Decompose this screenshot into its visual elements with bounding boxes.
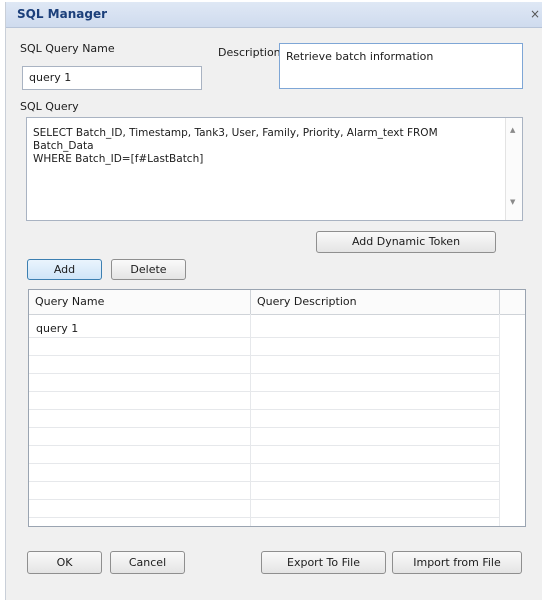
column-header-query-description[interactable]: Query Description bbox=[251, 290, 499, 314]
import-from-file-button[interactable]: Import from File bbox=[392, 551, 522, 574]
description-label: Description bbox=[218, 46, 281, 59]
table-row[interactable] bbox=[29, 446, 499, 464]
sql-query-text: SELECT Batch_ID, Timestamp, Tank3, User,… bbox=[33, 127, 438, 165]
ok-button[interactable]: OK bbox=[27, 551, 102, 574]
table-row[interactable] bbox=[29, 374, 499, 392]
sql-query-textarea[interactable]: SELECT Batch_ID, Timestamp, Tank3, User,… bbox=[26, 117, 523, 221]
table-row[interactable] bbox=[29, 356, 499, 374]
delete-button[interactable]: Delete bbox=[111, 259, 186, 280]
table-row[interactable] bbox=[29, 428, 499, 446]
query-name-input[interactable]: query 1 bbox=[22, 66, 202, 90]
table-row[interactable] bbox=[29, 338, 499, 356]
table-row[interactable] bbox=[29, 464, 499, 482]
query-table: Query Name Query Description query 1 bbox=[28, 289, 526, 527]
close-icon[interactable]: × bbox=[528, 7, 542, 21]
table-row[interactable] bbox=[29, 410, 499, 428]
row-query-description bbox=[251, 320, 499, 337]
window-title: SQL Manager bbox=[17, 7, 107, 21]
add-dynamic-token-button[interactable]: Add Dynamic Token bbox=[316, 231, 496, 253]
table-row[interactable] bbox=[29, 392, 499, 410]
table-row[interactable] bbox=[29, 482, 499, 500]
table-header: Query Name Query Description bbox=[29, 290, 525, 315]
table-row[interactable]: query 1 bbox=[29, 320, 499, 338]
scroll-down-icon[interactable]: ▼ bbox=[510, 198, 515, 206]
query-name-label: SQL Query Name bbox=[20, 42, 115, 55]
sql-query-label: SQL Query bbox=[20, 100, 79, 113]
export-to-file-button[interactable]: Export To File bbox=[261, 551, 386, 574]
column-header-query-name[interactable]: Query Name bbox=[29, 290, 250, 314]
title-bar: SQL Manager × bbox=[6, 2, 542, 28]
column-gridline bbox=[499, 314, 500, 526]
add-button[interactable]: Add bbox=[27, 259, 102, 280]
column-divider[interactable] bbox=[499, 290, 500, 314]
vertical-scrollbar[interactable]: ▲ ▼ bbox=[505, 118, 522, 220]
description-input[interactable]: Retrieve batch information bbox=[279, 43, 523, 89]
sql-manager-window: SQL Manager × SQL Query Name query 1 Des… bbox=[5, 2, 542, 600]
table-row[interactable] bbox=[29, 500, 499, 518]
scroll-up-icon[interactable]: ▲ bbox=[510, 126, 515, 134]
cancel-button[interactable]: Cancel bbox=[110, 551, 185, 574]
row-query-name: query 1 bbox=[36, 322, 79, 335]
